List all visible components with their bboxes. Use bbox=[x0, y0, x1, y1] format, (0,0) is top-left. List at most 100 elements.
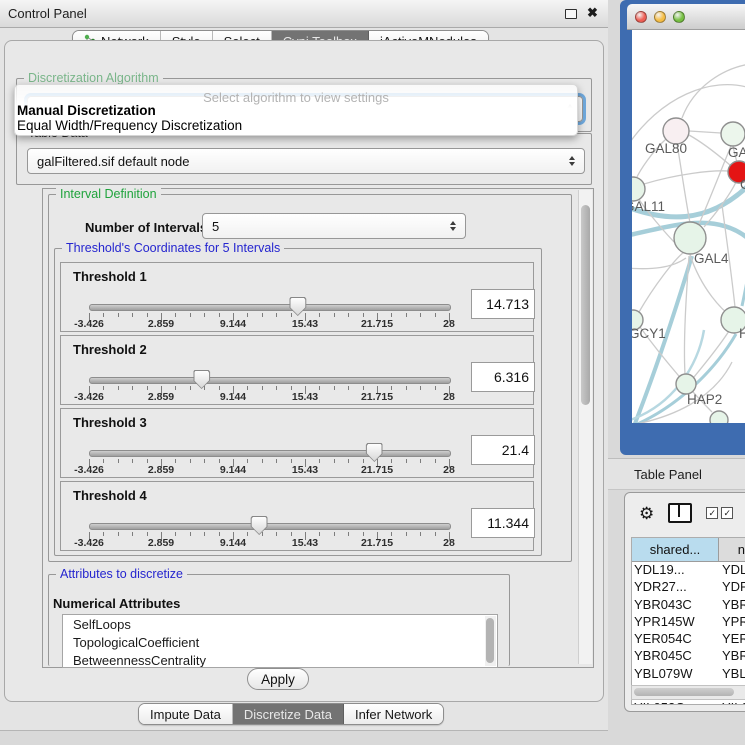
node-label: HAP2 bbox=[687, 392, 722, 407]
combo-stepper-icon bbox=[569, 156, 575, 166]
close-icon[interactable]: ✖ bbox=[587, 5, 598, 21]
close-traffic-light-icon[interactable] bbox=[635, 11, 647, 23]
slider-tick-labels: -3.4262.8599.14415.4321.71528 bbox=[89, 391, 449, 403]
threshold-row-3: Threshold 3-3.4262.8599.14415.4321.71528… bbox=[60, 408, 534, 478]
threshold-value-field[interactable]: 6.316 bbox=[471, 362, 535, 392]
threshold-row-2: Threshold 2 -3.4262.8599.14415.4321.71528… bbox=[60, 335, 534, 405]
node-label: GCY1 bbox=[632, 326, 666, 341]
network-canvas[interactable]: GAL80 GA C GAL11 GAL4 GCY1 H HAP2 bbox=[632, 30, 745, 423]
threshold-label: Threshold 1 bbox=[73, 269, 147, 284]
table-cell: YDR2 bbox=[720, 579, 745, 596]
table-cell: YBR045C bbox=[632, 648, 720, 665]
threshold-label: Threshold 2 bbox=[73, 342, 147, 357]
network-node-ga[interactable] bbox=[721, 122, 745, 146]
algorithm-group-title: Discretization Algorithm bbox=[24, 71, 163, 85]
threshold-value-field[interactable]: 21.4 bbox=[471, 435, 535, 465]
table-data-combobox[interactable]: galFiltered.sif default node bbox=[27, 148, 585, 174]
menu-item-manual-discretization[interactable]: Manual Discretization bbox=[17, 103, 156, 118]
table-header-row: shared...name bbox=[632, 538, 745, 562]
network-node-gal11[interactable] bbox=[632, 177, 645, 201]
table-cell: YBR0 bbox=[720, 648, 745, 665]
horizontal-scrollbar[interactable] bbox=[631, 685, 745, 700]
threshold-value-field[interactable]: 11.344 bbox=[471, 508, 535, 538]
thresholds-title: Threshold's Coordinates for 5 Intervals bbox=[62, 241, 284, 255]
list-scrollbar-thumb[interactable] bbox=[486, 618, 494, 663]
node-label: GAL11 bbox=[632, 199, 665, 214]
interval-definition-title: Interval Definition bbox=[56, 187, 161, 201]
table-cell: YBL079W bbox=[632, 666, 720, 683]
table-cell: YIL052C bbox=[632, 700, 720, 705]
float-window-icon[interactable] bbox=[565, 9, 577, 19]
table-cell: YIL0 bbox=[720, 700, 745, 705]
checkbox-icon[interactable]: ✓ bbox=[721, 507, 733, 519]
threshold-label: Threshold 4 bbox=[73, 488, 147, 503]
slider-tick-labels: -3.4262.8599.14415.4321.71528 bbox=[89, 537, 449, 549]
threshold-slider[interactable] bbox=[89, 523, 451, 530]
table-row[interactable]: YBR045CYBR0 bbox=[632, 648, 745, 665]
control-panel-window: Control Panel ✖ NetworkStyleSelectCyni T… bbox=[0, 0, 608, 731]
attribute-list-item[interactable]: BetweennessCentrality bbox=[63, 651, 497, 668]
checkbox-icon[interactable]: ✓ bbox=[706, 507, 718, 519]
bottom-tab-infer-network[interactable]: Infer Network bbox=[344, 704, 443, 724]
algorithm-dropdown-popup: Select algorithm to view settings Manual… bbox=[14, 84, 578, 136]
table-cell: YPR1 bbox=[720, 614, 745, 631]
node-label: H bbox=[739, 326, 745, 341]
node-label: GA bbox=[728, 145, 745, 160]
table-row[interactable]: YDL19...YDL1 bbox=[632, 562, 745, 579]
column-header-1[interactable]: shared... bbox=[632, 538, 719, 561]
horizontal-scrollbar-thumb[interactable] bbox=[634, 688, 734, 696]
network-window-titlebar bbox=[627, 4, 745, 30]
apply-button[interactable]: Apply bbox=[247, 668, 309, 690]
numerical-attributes-list[interactable]: SelfLoopsTopologicalCoefficientBetweenne… bbox=[62, 614, 498, 668]
network-node-hap2[interactable] bbox=[676, 374, 696, 394]
node-label: GAL80 bbox=[645, 141, 687, 156]
network-node[interactable] bbox=[710, 411, 728, 423]
table-row[interactable]: YBR043CYBR0 bbox=[632, 597, 745, 614]
attribute-list-item[interactable]: SelfLoops bbox=[63, 615, 497, 633]
numerical-attributes-label: Numerical Attributes bbox=[53, 596, 180, 611]
table-row[interactable]: YER054CYER0 bbox=[632, 631, 745, 648]
zoom-traffic-light-icon[interactable] bbox=[673, 11, 685, 23]
vertical-scrollbar-thumb[interactable] bbox=[581, 205, 590, 405]
column-header-2[interactable]: name bbox=[719, 538, 745, 561]
network-node-gal4[interactable] bbox=[674, 222, 706, 254]
node-table[interactable]: shared...name YDL19...YDL1YDR27...YDR2YB… bbox=[631, 537, 745, 705]
table-panel-titlebar: Table Panel bbox=[608, 458, 745, 490]
table-row[interactable]: YPR145WYPR1 bbox=[632, 614, 745, 631]
threshold-row-1: Threshold 1-3.4262.8599.14415.4321.71528… bbox=[60, 262, 534, 332]
gear-icon[interactable]: ⚙ bbox=[639, 505, 654, 522]
bottom-tab-discretize-data[interactable]: Discretize Data bbox=[233, 704, 344, 724]
table-row[interactable]: YBL079WYBL0 bbox=[632, 666, 745, 683]
tab-label: Infer Network bbox=[355, 707, 432, 722]
table-cell: YDL19... bbox=[632, 562, 720, 579]
table-panel-body: ⚙ ✓ ✓ shared...name YDL19...YDL1YDR27...… bbox=[624, 492, 745, 712]
node-label: GAL4 bbox=[694, 251, 729, 266]
window-title: Control Panel bbox=[8, 6, 87, 21]
threshold-slider[interactable] bbox=[89, 377, 451, 384]
table-cell: YBR043C bbox=[632, 597, 720, 614]
threshold-slider[interactable] bbox=[89, 450, 451, 457]
table-panel-toolbar: ⚙ ✓ ✓ bbox=[631, 499, 745, 527]
table-cell: YER0 bbox=[720, 631, 745, 648]
num-intervals-combobox[interactable]: 5 bbox=[202, 213, 466, 239]
attribute-list-item[interactable]: TopologicalCoefficient bbox=[63, 633, 497, 651]
minimize-traffic-light-icon[interactable] bbox=[654, 11, 666, 23]
table-cell: YBR0 bbox=[720, 597, 745, 614]
threshold-value-field[interactable]: 14.713 bbox=[471, 289, 535, 319]
list-scrollbar[interactable] bbox=[485, 616, 496, 666]
threshold-slider[interactable] bbox=[89, 304, 451, 311]
table-cell: YDR27... bbox=[632, 579, 720, 596]
num-intervals-value: 5 bbox=[212, 219, 219, 234]
network-view-window: GAL80 GA C GAL11 GAL4 GCY1 H HAP2 bbox=[620, 0, 745, 455]
threshold-label: Threshold 3 bbox=[73, 415, 147, 430]
table-row[interactable]: YDR27...YDR2 bbox=[632, 579, 745, 596]
vertical-scrollbar[interactable] bbox=[578, 190, 592, 664]
menu-item-equal-width-frequency[interactable]: Equal Width/Frequency Discretization bbox=[17, 118, 242, 133]
table-panel-title: Table Panel bbox=[634, 467, 702, 482]
node-label: C bbox=[740, 177, 745, 192]
num-intervals-label: Number of Intervals bbox=[85, 220, 207, 235]
split-panel-icon[interactable] bbox=[668, 503, 692, 523]
screen: Control Panel ✖ NetworkStyleSelectCyni T… bbox=[0, 0, 745, 745]
bottom-tab-impute-data[interactable]: Impute Data bbox=[139, 704, 233, 724]
table-row[interactable]: YIL052CYIL0 bbox=[632, 700, 745, 705]
